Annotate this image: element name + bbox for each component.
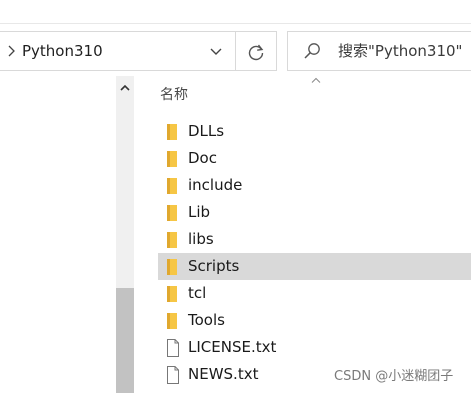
- text-file-icon: [167, 339, 179, 357]
- folder-icon: [167, 259, 177, 275]
- folder-icon: [167, 232, 177, 248]
- item-name: Doc: [188, 149, 217, 167]
- folder-icon: [167, 205, 177, 221]
- list-item-folder[interactable]: Lib: [158, 199, 471, 226]
- list-item-folder[interactable]: DLLs: [158, 118, 471, 145]
- list-item-folder[interactable]: tcl: [158, 280, 471, 307]
- text-file-icon: [167, 366, 179, 384]
- item-name: NEWS.txt: [188, 365, 259, 383]
- breadcrumb-chevron-icon[interactable]: [4, 42, 18, 60]
- chevron-down-icon[interactable]: [208, 44, 224, 58]
- list-item-folder-selected[interactable]: Scripts: [158, 253, 471, 280]
- list-item-file[interactable]: LICENSE.txt: [158, 334, 471, 361]
- column-header-name[interactable]: 名称: [160, 85, 188, 105]
- folder-icon: [167, 313, 177, 329]
- address-path[interactable]: Python310: [22, 40, 103, 62]
- watermark: CSDN @小迷糊团子: [334, 369, 454, 384]
- folder-icon: [167, 178, 177, 194]
- item-name: DLLs: [188, 122, 225, 140]
- refresh-icon[interactable]: [245, 41, 267, 63]
- scrollbar-thumb[interactable]: [116, 288, 134, 393]
- title-bar: [0, 0, 471, 24]
- sort-asc-icon: [311, 77, 321, 83]
- list-item-folder[interactable]: Tools: [158, 307, 471, 334]
- item-name: Tools: [188, 311, 225, 329]
- search-input[interactable]: 搜索"Python310": [338, 40, 462, 62]
- item-name: include: [188, 176, 243, 194]
- folder-icon: [167, 151, 177, 167]
- item-name: Lib: [188, 203, 211, 221]
- list-item-folder[interactable]: include: [158, 172, 471, 199]
- item-name: tcl: [188, 284, 207, 302]
- folder-icon: [167, 124, 177, 140]
- chevron-up-icon[interactable]: [116, 79, 134, 97]
- search-icon: [304, 43, 320, 59]
- item-name: LICENSE.txt: [188, 338, 277, 356]
- list-item-folder[interactable]: Doc: [158, 145, 471, 172]
- address-separator: [235, 31, 236, 71]
- list-item-folder[interactable]: libs: [158, 226, 471, 253]
- item-name: Scripts: [188, 257, 240, 275]
- folder-icon: [167, 286, 177, 302]
- item-name: libs: [188, 230, 214, 248]
